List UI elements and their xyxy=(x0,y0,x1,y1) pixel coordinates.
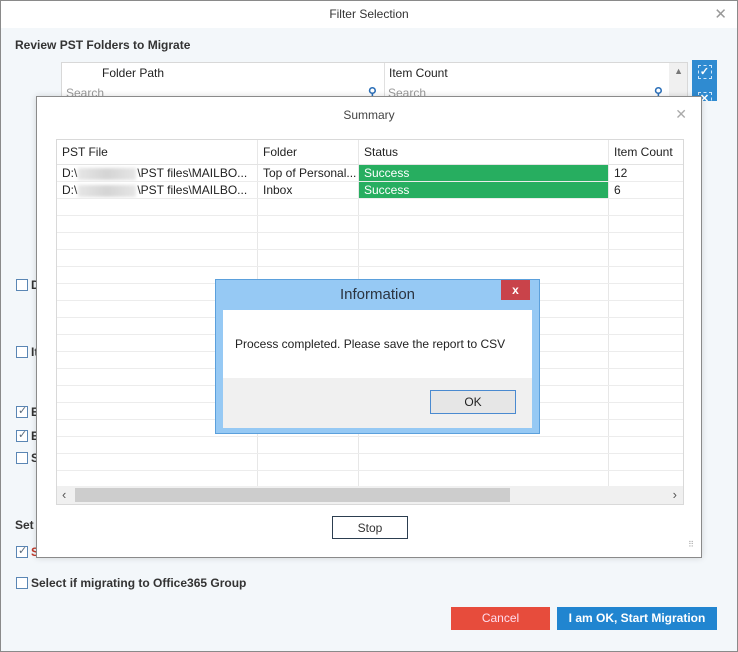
cancel-button[interactable]: Cancel xyxy=(451,607,550,630)
checkbox[interactable] xyxy=(16,404,28,418)
close-button[interactable]: x xyxy=(501,280,530,300)
column-header-item-count[interactable]: Item Count xyxy=(389,63,448,83)
title-bar: Filter Selection ✕ xyxy=(1,1,737,28)
grid-header-row: PST File Folder Status Item Count xyxy=(57,140,683,165)
close-icon[interactable]: ✕ xyxy=(714,5,727,23)
info-message: Process completed. Please save the repor… xyxy=(235,337,506,351)
chevron-left-icon[interactable]: ‹ xyxy=(62,487,66,502)
office365-group-checkbox-row[interactable]: Select if migrating to Office365 Group xyxy=(16,576,246,590)
checkbox[interactable] xyxy=(16,544,28,558)
empty-row xyxy=(57,216,683,233)
checkbox[interactable] xyxy=(16,452,28,464)
stop-button[interactable]: Stop xyxy=(332,516,408,539)
information-dialog: Information x Process completed. Please … xyxy=(215,279,540,434)
item-count-cell: 12 xyxy=(614,166,628,180)
empty-row xyxy=(57,454,683,471)
pst-path-prefix: D:\ xyxy=(62,183,78,197)
option-checkbox-row[interactable]: It xyxy=(16,345,38,359)
dialog-footer: OK xyxy=(223,378,532,428)
column-header-item-count[interactable]: Item Count xyxy=(609,140,683,164)
table-row[interactable]: D:\ \PST files\MAILBO... Inbox Success 6 xyxy=(57,182,683,199)
ok-button[interactable]: OK xyxy=(430,390,516,414)
section-heading: Review PST Folders to Migrate xyxy=(15,38,191,52)
empty-row xyxy=(57,233,683,250)
dialog-title: Summary xyxy=(343,108,395,122)
item-count-cell: 6 xyxy=(614,183,621,197)
checkbox[interactable] xyxy=(16,428,28,442)
folder-cell: Inbox xyxy=(263,183,293,197)
window-title: Filter Selection xyxy=(329,7,409,21)
status-badge: Success xyxy=(359,182,608,198)
column-header-folder-path[interactable]: Folder Path xyxy=(102,63,164,83)
pst-path-prefix: D:\ xyxy=(62,166,78,180)
office365-group-checkbox[interactable] xyxy=(16,577,28,589)
check-icon: ✓ xyxy=(697,65,712,79)
pst-path-suffix: \PST files\MAILBO... xyxy=(137,183,248,197)
redacted-path xyxy=(78,167,137,180)
dialog-body: Process completed. Please save the repor… xyxy=(223,310,532,428)
redacted-path xyxy=(78,184,137,197)
checkbox[interactable] xyxy=(16,279,28,291)
chevron-right-icon[interactable]: › xyxy=(673,487,677,502)
pst-path-suffix: \PST files\MAILBO... xyxy=(137,166,248,180)
status-badge: Success xyxy=(359,165,608,181)
empty-row xyxy=(57,437,683,454)
horizontal-scrollbar[interactable]: ‹ › xyxy=(57,486,683,504)
checkbox-label: Select if migrating to Office365 Group xyxy=(31,576,247,590)
folder-cell: Top of Personal... xyxy=(263,166,357,180)
pst-file-cell: D:\ \PST files\MAILBO... xyxy=(57,182,257,198)
dialog-title: Information xyxy=(339,286,416,303)
table-row[interactable]: D:\ \PST files\MAILBO... Top of Personal.… xyxy=(57,165,683,182)
triangle-up-icon[interactable]: ▲ xyxy=(674,66,683,76)
pst-file-cell: D:\ \PST files\MAILBO... xyxy=(57,165,257,181)
column-header-status[interactable]: Status xyxy=(359,140,608,164)
checkbox[interactable] xyxy=(16,346,28,358)
empty-row xyxy=(57,250,683,267)
resize-grip-icon[interactable]: ⠿ xyxy=(688,540,694,549)
empty-row xyxy=(57,199,683,216)
select-all-button[interactable]: ✓ xyxy=(692,60,717,87)
start-migration-button[interactable]: I am OK, Start Migration xyxy=(557,607,717,630)
scrollbar-thumb[interactable] xyxy=(75,488,510,502)
close-icon[interactable]: ✕ xyxy=(675,106,687,123)
column-header-pst-file[interactable]: PST File xyxy=(57,140,257,164)
column-header-folder[interactable]: Folder xyxy=(258,140,358,164)
